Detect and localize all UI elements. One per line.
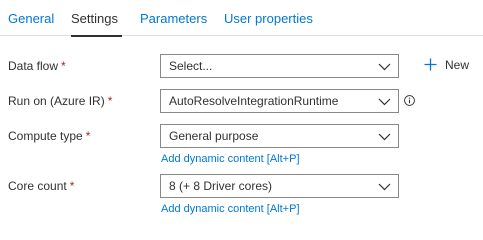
chevron-down-icon xyxy=(378,183,391,191)
core-count-label-text: Core count xyxy=(8,179,67,193)
data-flow-value: Select... xyxy=(169,59,213,73)
required-marker: * xyxy=(107,94,113,108)
tab-parameters[interactable]: Parameters xyxy=(140,0,207,36)
data-flow-label: Data flow * xyxy=(8,59,66,73)
tab-parameters-label: Parameters xyxy=(140,11,208,26)
compute-type-value: General purpose xyxy=(169,129,259,143)
tab-settings-badge: 1 xyxy=(119,0,123,3)
tab-settings[interactable]: Settings 1 xyxy=(71,0,123,37)
tab-general-label: General xyxy=(8,11,55,26)
core-count-select[interactable]: 8 (+ 8 Driver cores) xyxy=(160,174,399,198)
chevron-down-icon xyxy=(378,63,391,71)
tab-settings-label: Settings xyxy=(71,11,118,26)
tab-user-properties-label: User properties xyxy=(224,11,313,26)
core-count-dynamic-content-link[interactable]: Add dynamic content [Alt+P] xyxy=(161,203,300,215)
core-count-value: 8 (+ 8 Driver cores) xyxy=(169,179,273,193)
run-on-value: AutoResolveIntegrationRuntime xyxy=(169,94,339,108)
compute-type-label: Compute type * xyxy=(8,129,90,143)
plus-icon xyxy=(424,58,437,71)
core-count-label: Core count * xyxy=(8,179,74,193)
compute-type-dynamic-content-link[interactable]: Add dynamic content [Alt+P] xyxy=(161,153,300,165)
compute-type-select[interactable]: General purpose xyxy=(160,124,399,148)
data-flow-select[interactable]: Select... xyxy=(160,54,399,78)
info-icon[interactable] xyxy=(404,95,415,106)
new-button-label: New xyxy=(445,58,470,72)
required-marker: * xyxy=(85,129,91,143)
run-on-select[interactable]: AutoResolveIntegrationRuntime xyxy=(160,89,399,113)
chevron-down-icon xyxy=(378,133,391,141)
tab-general[interactable]: General xyxy=(8,0,54,36)
data-flow-label-text: Data flow xyxy=(8,59,59,73)
compute-type-label-text: Compute type xyxy=(8,129,83,143)
chevron-down-icon xyxy=(378,98,391,106)
run-on-label-text: Run on (Azure IR) xyxy=(8,94,105,108)
run-on-label: Run on (Azure IR) * xyxy=(8,94,112,108)
tab-active-indicator xyxy=(71,35,122,37)
required-marker: * xyxy=(61,59,66,73)
tab-user-properties[interactable]: User properties xyxy=(224,0,313,36)
tab-bar: General Settings 1 Parameters User prope… xyxy=(0,0,483,37)
required-marker: * xyxy=(69,179,75,193)
